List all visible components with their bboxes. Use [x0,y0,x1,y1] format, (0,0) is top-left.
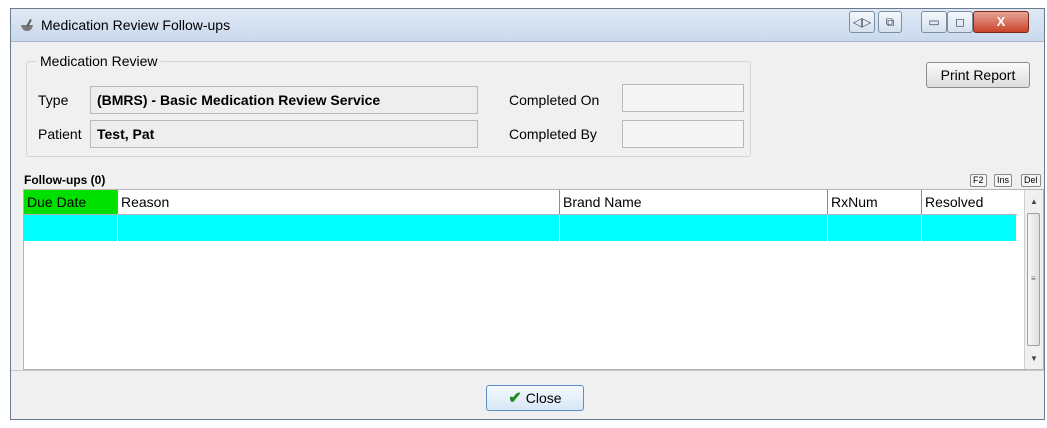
column-header-reason[interactable]: Reason [118,190,560,214]
minimize-button[interactable]: ▭ [921,11,947,33]
scroll-down-icon[interactable]: ▼ [1025,350,1043,367]
cell-reason[interactable] [118,215,560,241]
dialog-window: Medication Review Follow-ups ◁▷ ⧉ ▭ ◻ X … [10,8,1045,420]
followups-grid: Due Date Reason Brand Name RxNum Resolve… [23,189,1044,370]
type-field: (BMRS) - Basic Medication Review Service [90,86,478,114]
group-legend: Medication Review [37,53,161,69]
divider [11,370,1044,371]
cell-brand-name[interactable] [560,215,828,241]
close-button-label: Close [525,390,562,406]
maximize-icon: ◻ [955,15,965,29]
close-window-button[interactable]: X [973,11,1029,33]
minimize-icon: ▭ [928,15,940,29]
completed-on-field [622,84,744,112]
mortar-pestle-icon [21,19,33,31]
completed-by-field [622,120,744,148]
window-alt-icon: ⧉ [885,15,895,29]
nav-arrows-button[interactable]: ◁▷ [849,11,875,33]
medication-review-group: Medication Review Type (BMRS) - Basic Me… [26,53,751,157]
patient-label: Patient [38,126,82,142]
column-header-rxnum[interactable]: RxNum [828,190,922,214]
del-key-chip[interactable]: Del [1021,174,1041,187]
table-row[interactable] [24,215,1017,241]
nav-arrows-icon: ◁▷ [852,15,872,29]
completed-by-label: Completed By [509,126,597,142]
checkmark-icon: ✔ [508,390,522,407]
cell-due-date[interactable] [24,215,118,241]
column-header-due-date[interactable]: Due Date [24,190,118,214]
scroll-up-icon[interactable]: ▲ [1025,193,1043,210]
close-icon: X [996,14,1006,29]
ins-key-chip[interactable]: Ins [994,174,1013,187]
f2-key-chip[interactable]: F2 [970,174,987,187]
print-report-button[interactable]: Print Report [926,62,1030,88]
type-label: Type [38,92,69,108]
grid-header: Due Date Reason Brand Name RxNum Resolve… [24,190,1017,215]
column-header-brand-name[interactable]: Brand Name [560,190,828,214]
maximize-button[interactable]: ◻ [947,11,973,33]
cell-resolved[interactable] [922,215,1017,241]
cell-rxnum[interactable] [828,215,922,241]
restore-alt-button[interactable]: ⧉ [878,11,902,33]
scroll-thumb[interactable]: ≡ [1027,213,1040,346]
vertical-scrollbar[interactable]: ▲ ≡ ▼ [1024,190,1043,369]
followups-label: Follow-ups (0) [24,173,106,187]
column-header-resolved[interactable]: Resolved [922,190,1017,214]
window-title: Medication Review Follow-ups [41,17,231,33]
close-button[interactable]: ✔ Close [486,385,584,411]
patient-field: Test, Pat [90,120,478,148]
title-bar: Medication Review Follow-ups ◁▷ ⧉ ▭ ◻ X [11,9,1044,42]
completed-on-label: Completed On [509,92,600,108]
grip-icon: ≡ [1031,274,1036,283]
